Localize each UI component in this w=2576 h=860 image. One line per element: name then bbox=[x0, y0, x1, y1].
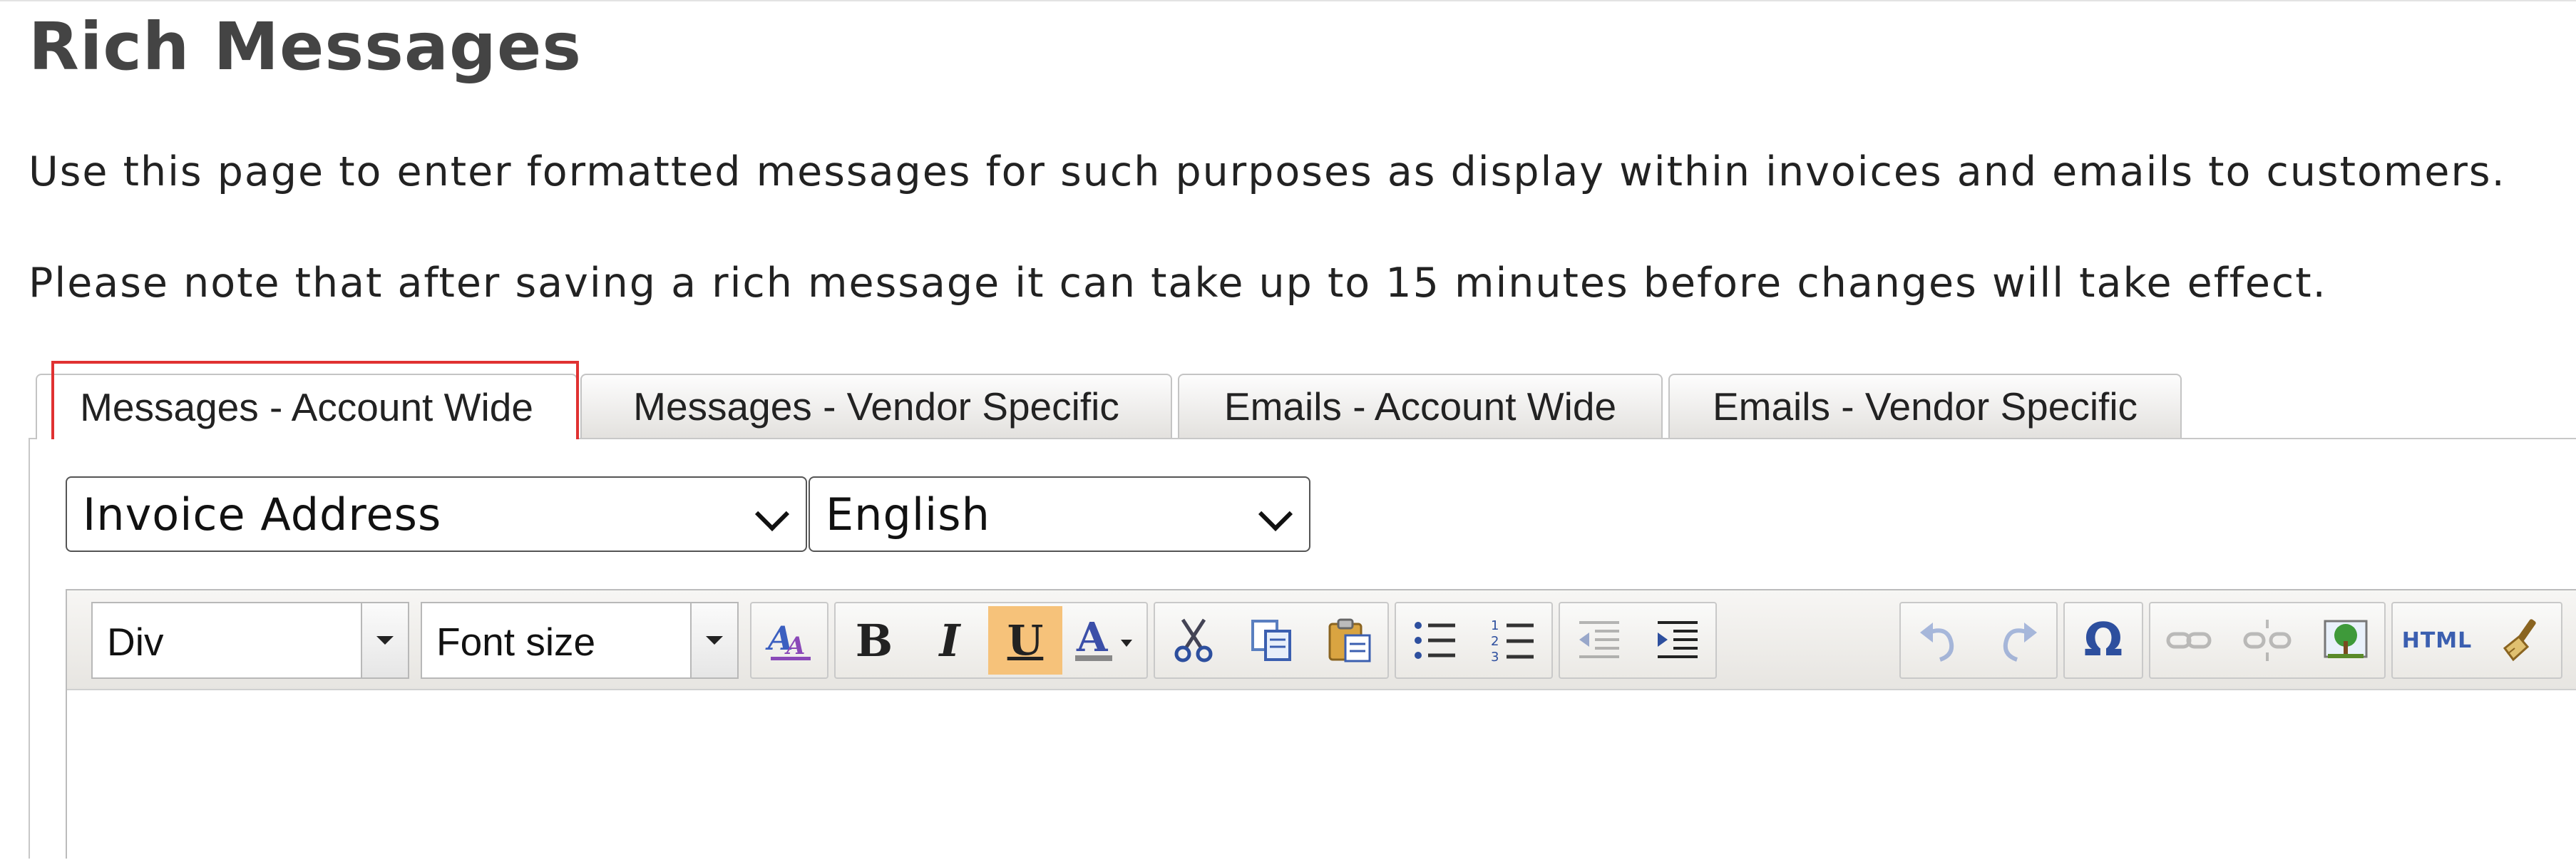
underline-icon: U bbox=[1007, 616, 1044, 665]
undo-icon bbox=[1920, 623, 1954, 662]
scissors-icon bbox=[1174, 618, 1213, 662]
editor-content-area[interactable] bbox=[67, 690, 2576, 860]
svg-text:A: A bbox=[1076, 615, 1109, 661]
outdent-icon bbox=[1579, 621, 1619, 658]
image-icon bbox=[2324, 620, 2368, 658]
page-title: Rich Messages bbox=[29, 9, 582, 85]
clipboard-group bbox=[1154, 602, 1389, 679]
format-value: Div bbox=[107, 620, 164, 664]
tools-group: HTML bbox=[2391, 602, 2562, 679]
numbered-list-icon: 1 2 3 bbox=[1491, 618, 1534, 665]
bulleted-list-icon bbox=[1415, 622, 1455, 659]
tab-messages-account-wide[interactable]: Messages - Account Wide bbox=[36, 374, 578, 439]
undo-button[interactable] bbox=[1902, 606, 1976, 675]
tab-bar: Messages - Account Wide Messages - Vendo… bbox=[29, 361, 2576, 449]
font-size-dropdown-button[interactable] bbox=[690, 603, 737, 677]
paste-button[interactable] bbox=[1313, 606, 1387, 675]
svg-text:1: 1 bbox=[1491, 618, 1499, 633]
italic-button[interactable]: I bbox=[913, 606, 987, 675]
clean-format-button[interactable] bbox=[2483, 606, 2557, 675]
indent-button[interactable] bbox=[1640, 606, 1714, 675]
language-value: English bbox=[826, 488, 990, 541]
copy-button[interactable] bbox=[1235, 606, 1309, 675]
text-color-icon: A bbox=[1075, 615, 1132, 661]
svg-text:3: 3 bbox=[1491, 650, 1499, 665]
bulleted-list-button[interactable] bbox=[1397, 606, 1472, 675]
bold-button[interactable]: B bbox=[837, 606, 911, 675]
chevron-down-icon bbox=[1258, 496, 1293, 532]
unlink-button[interactable] bbox=[2230, 606, 2304, 675]
tab-emails-account-wide[interactable]: Emails - Account Wide bbox=[1178, 374, 1663, 438]
rich-messages-page: Rich Messages Use this page to enter for… bbox=[0, 0, 2576, 860]
unlink-icon bbox=[2243, 620, 2292, 661]
omega-icon: Ω bbox=[2083, 614, 2123, 667]
italic-icon: I bbox=[939, 614, 960, 667]
link-button[interactable] bbox=[2152, 606, 2226, 675]
html-source-button[interactable]: HTML bbox=[2394, 606, 2480, 675]
redo-button[interactable] bbox=[1981, 606, 2055, 675]
chevron-down-icon bbox=[754, 496, 790, 532]
editor-toolbar: Div Font size A A B I U A 1 2 3 Ω HTML bbox=[67, 590, 2576, 690]
lists-group: 1 2 3 bbox=[1395, 602, 1553, 679]
format-combo[interactable]: Div bbox=[91, 602, 409, 679]
underline-button[interactable]: U bbox=[988, 606, 1062, 675]
tab-emails-vendor-specific[interactable]: Emails - Vendor Specific bbox=[1668, 374, 2182, 438]
text-color-button[interactable]: A bbox=[1064, 606, 1145, 675]
font-size-value: Font size bbox=[436, 620, 596, 664]
font-size-combo[interactable]: Font size bbox=[421, 602, 739, 679]
styles-group: A A bbox=[750, 602, 828, 679]
indent-icon bbox=[1658, 621, 1698, 658]
page-note: Please note that after saving a rich mes… bbox=[29, 260, 2327, 307]
rich-text-editor: Div Font size A A B I U A 1 2 3 Ω HTML bbox=[66, 589, 2576, 860]
links-group bbox=[2149, 602, 2386, 679]
styles-icon: A A bbox=[765, 619, 811, 660]
styles-button[interactable]: A A bbox=[753, 606, 827, 675]
numbered-list-button[interactable]: 1 2 3 bbox=[1476, 606, 1550, 675]
indent-group bbox=[1559, 602, 1717, 679]
page-description: Use this page to enter formatted message… bbox=[29, 148, 2506, 195]
message-type-value: Invoice Address bbox=[83, 488, 442, 541]
format-dropdown-button[interactable] bbox=[361, 603, 408, 677]
history-group bbox=[1899, 602, 2058, 679]
svg-text:A: A bbox=[784, 632, 805, 660]
message-type-select[interactable]: Invoice Address bbox=[66, 476, 807, 552]
html-icon: HTML bbox=[2401, 628, 2473, 653]
special-char-group: Ω bbox=[2063, 602, 2143, 679]
bold-icon: B bbox=[855, 614, 893, 667]
image-button[interactable] bbox=[2309, 606, 2383, 675]
special-character-button[interactable]: Ω bbox=[2066, 606, 2140, 675]
brush-icon bbox=[2503, 619, 2536, 662]
tab-messages-vendor-specific[interactable]: Messages - Vendor Specific bbox=[580, 374, 1172, 438]
redo-icon bbox=[2003, 623, 2037, 662]
link-icon bbox=[2166, 632, 2212, 649]
svg-text:2: 2 bbox=[1491, 634, 1499, 649]
cut-button[interactable] bbox=[1156, 606, 1231, 675]
paste-icon bbox=[1328, 618, 1371, 662]
language-select[interactable]: English bbox=[809, 476, 1310, 552]
outdent-button[interactable] bbox=[1561, 606, 1636, 675]
copy-icon bbox=[1251, 620, 1291, 661]
basic-styles-group: B I U A bbox=[834, 602, 1148, 679]
